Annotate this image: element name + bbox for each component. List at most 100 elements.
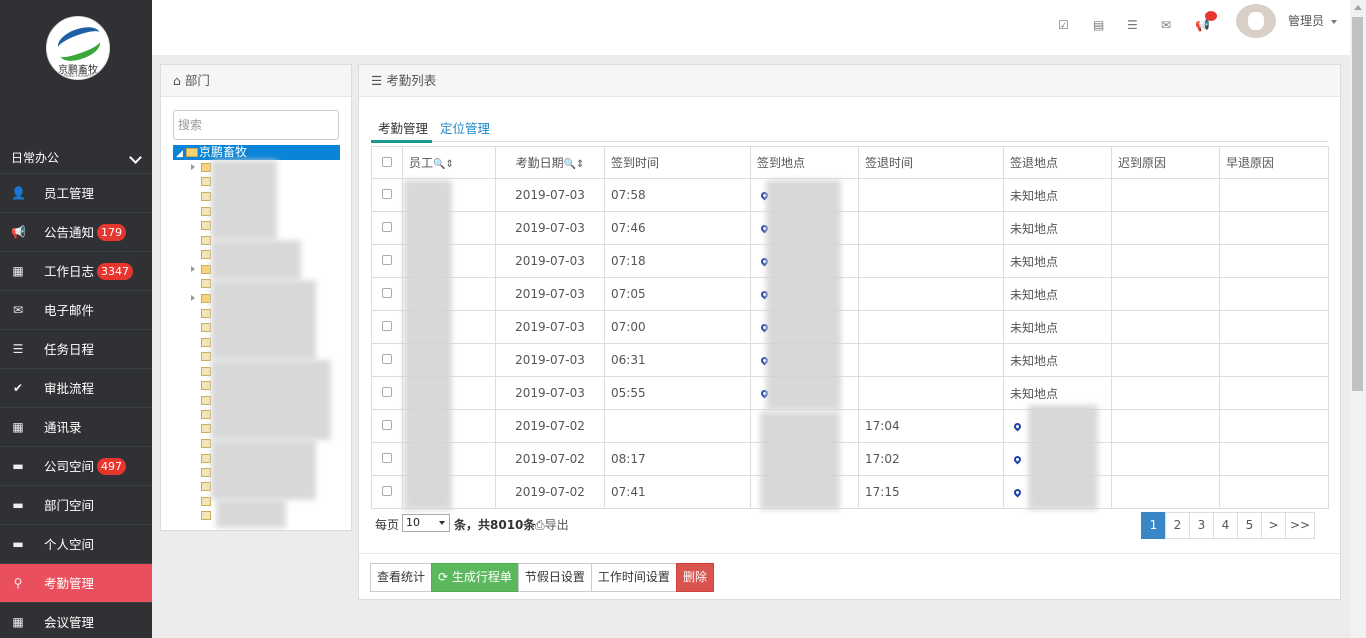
map-marker-icon[interactable] — [1012, 487, 1023, 498]
row-checkbox-cell[interactable] — [371, 442, 403, 476]
row-checkbox[interactable] — [382, 255, 392, 265]
tree-node-root[interactable]: ◢ 京鹏畜牧 — [173, 145, 340, 160]
avatar[interactable] — [1236, 4, 1276, 38]
table-row[interactable]: 2019-07-02 17:04 — [371, 409, 1329, 443]
calendar-icon[interactable]: ▤ — [1093, 18, 1104, 32]
map-marker-icon[interactable] — [1012, 421, 1023, 432]
checkbox-icon[interactable]: ☑ — [1058, 18, 1069, 32]
sidebar-item-0[interactable]: 👤 员工管理 — [0, 173, 152, 212]
tree-node-icon[interactable] — [201, 177, 211, 186]
generate-itinerary-button[interactable]: ⟳ 生成行程单 — [431, 563, 519, 592]
table-row[interactable]: 2019-07-03 05:55 未知地点 — [371, 376, 1329, 410]
sidebar-item-5[interactable]: ✔ 审批流程 — [0, 368, 152, 407]
tab-attendance-management[interactable]: 考勤管理 — [378, 118, 428, 137]
tree-expand-arrow-icon[interactable] — [191, 295, 195, 301]
tree-node-icon[interactable] — [201, 367, 211, 376]
tree-node-icon[interactable] — [201, 338, 211, 347]
tree-node-icon[interactable] — [201, 396, 211, 405]
row-checkbox-cell[interactable] — [371, 409, 403, 443]
select-all-checkbox[interactable] — [382, 156, 392, 167]
tree-node-icon[interactable] — [201, 410, 211, 419]
tab-location-management[interactable]: 定位管理 — [440, 118, 490, 137]
row-checkbox[interactable] — [382, 222, 392, 232]
row-checkbox-cell[interactable] — [371, 178, 403, 212]
table-row[interactable]: 2019-07-03 07:05 未知地点 — [371, 277, 1329, 311]
page-button[interactable]: 2 — [1165, 512, 1190, 539]
tree-node-icon[interactable] — [201, 482, 211, 491]
row-checkbox-cell[interactable] — [371, 343, 403, 377]
row-checkbox[interactable] — [382, 189, 392, 199]
row-checkbox[interactable] — [382, 321, 392, 331]
row-checkbox-cell[interactable] — [371, 376, 403, 410]
sidebar-item-8[interactable]: ▬ 部门空间 — [0, 485, 152, 524]
row-checkbox[interactable] — [382, 387, 392, 397]
table-row[interactable]: 2019-07-02 08:17 17:02 — [371, 442, 1329, 476]
tree-expand-icon[interactable]: ◢ — [176, 147, 183, 162]
table-row[interactable]: 2019-07-02 07:41 17:15 — [371, 475, 1329, 509]
row-checkbox-cell[interactable] — [371, 211, 403, 245]
tree-node-icon[interactable] — [201, 250, 211, 259]
tree-node-icon[interactable] — [201, 221, 211, 230]
tree-node-icon[interactable] — [201, 309, 211, 318]
tree-node-icon[interactable] — [201, 207, 211, 216]
search-icon[interactable]: 🔍 — [564, 159, 576, 170]
user-name[interactable]: 管理员 — [1288, 12, 1324, 29]
table-row[interactable]: 2019-07-03 07:00 未知地点 — [371, 310, 1329, 344]
tree-node-icon[interactable] — [201, 294, 211, 303]
view-statistics-button[interactable]: 查看统计 — [370, 563, 433, 592]
row-checkbox[interactable] — [382, 453, 392, 463]
tree-node-icon[interactable] — [201, 381, 211, 390]
sidebar-item-7[interactable]: ▬ 公司空间 497 — [0, 446, 152, 485]
tree-node-icon[interactable] — [201, 192, 211, 201]
row-checkbox[interactable] — [382, 354, 392, 364]
row-checkbox[interactable] — [382, 288, 392, 298]
select-all-checkbox-cell[interactable] — [371, 146, 403, 179]
scroll-up-arrow-icon[interactable] — [1354, 5, 1362, 10]
sort-icon[interactable]: ⇕ — [445, 159, 453, 170]
sidebar-item-4[interactable]: ☰ 任务日程 — [0, 329, 152, 368]
sidebar-item-6[interactable]: ▦ 通讯录 — [0, 407, 152, 446]
tree-node-icon[interactable] — [201, 236, 211, 245]
sidebar-item-1[interactable]: 📢 公告通知 179 — [0, 212, 152, 251]
page-button[interactable]: 3 — [1189, 512, 1214, 539]
tree-node-icon[interactable] — [201, 323, 211, 332]
envelope-icon[interactable]: ✉ — [1161, 18, 1171, 32]
tree-node-icon[interactable] — [201, 424, 211, 433]
tree-expand-arrow-icon[interactable] — [191, 164, 195, 170]
tree-node-icon[interactable] — [201, 468, 211, 477]
sidebar-item-10[interactable]: ⚲ 考勤管理 — [0, 563, 152, 602]
page-button[interactable]: 4 — [1213, 512, 1238, 539]
sidebar-group-daily-office[interactable]: 日常办公 — [0, 143, 152, 173]
table-row[interactable]: 2019-07-03 07:46 未知地点 — [371, 211, 1329, 245]
per-page-select[interactable]: 10 — [402, 514, 450, 532]
company-logo[interactable]: 京鹏畜牧 JINGPENG HUSBANDRY — [46, 16, 110, 80]
map-marker-icon[interactable] — [1012, 454, 1023, 465]
sidebar-item-3[interactable]: ✉ 电子邮件 — [0, 290, 152, 329]
tree-node-icon[interactable] — [201, 454, 211, 463]
sidebar-item-2[interactable]: ▦ 工作日志 3347 — [0, 251, 152, 290]
sidebar-item-9[interactable]: ▬ 个人空间 — [0, 524, 152, 563]
tree-node-icon[interactable] — [201, 497, 211, 506]
work-time-settings-button[interactable]: 工作时间设置 — [590, 563, 677, 592]
row-checkbox-cell[interactable] — [371, 310, 403, 344]
export-link[interactable]: ⎙导出 — [535, 516, 569, 533]
tree-node-icon[interactable] — [201, 265, 211, 274]
table-row[interactable]: 2019-07-03 07:18 未知地点 — [371, 244, 1329, 278]
tree-node-icon[interactable] — [201, 352, 211, 361]
column-header-employee[interactable]: 员工🔍⇕ — [402, 146, 496, 179]
caret-down-icon[interactable] — [1331, 20, 1337, 24]
holiday-settings-button[interactable]: 节假日设置 — [517, 563, 592, 592]
sort-icon[interactable]: ⇕ — [576, 159, 584, 170]
tree-node-icon[interactable] — [201, 511, 211, 520]
tree-node-icon[interactable] — [201, 163, 211, 172]
tree-node-icon[interactable] — [201, 279, 211, 288]
row-checkbox-cell[interactable] — [371, 475, 403, 509]
column-header-date[interactable]: 考勤日期🔍⇕ — [495, 146, 605, 179]
tasks-icon[interactable]: ☰ — [1127, 18, 1138, 32]
page-button[interactable]: 1 — [1141, 512, 1166, 539]
page-scrollbar[interactable] — [1350, 0, 1366, 638]
page-button[interactable]: >> — [1285, 512, 1316, 539]
row-checkbox-cell[interactable] — [371, 244, 403, 278]
table-row[interactable]: 2019-07-03 06:31 未知地点 — [371, 343, 1329, 377]
row-checkbox[interactable] — [382, 420, 392, 430]
